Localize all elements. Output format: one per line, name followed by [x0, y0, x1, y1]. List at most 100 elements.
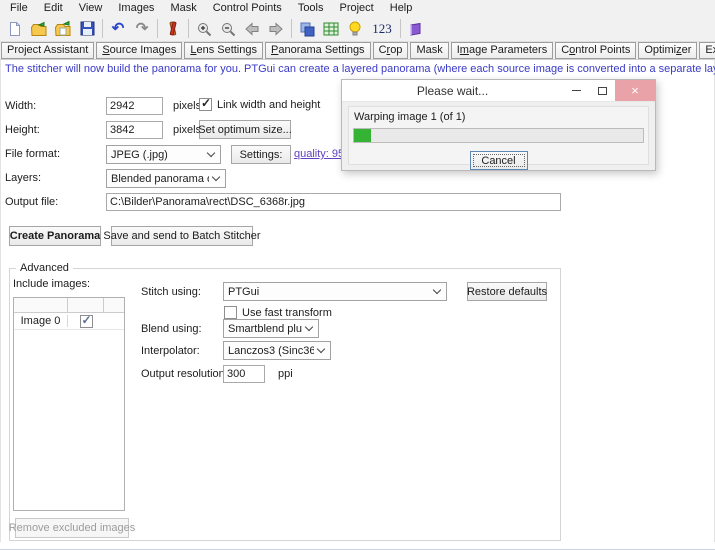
maximize-button[interactable] [589, 80, 615, 101]
chevron-down-icon [433, 286, 441, 294]
redo-icon: ↷ [136, 21, 149, 36]
stitch-using-label: Stitch using: [141, 286, 201, 298]
image-name-cell: Image 0 [14, 315, 68, 327]
stitch-using-select[interactable]: PTGui [223, 282, 447, 301]
detail-table-button[interactable] [319, 18, 343, 40]
menu-control-points[interactable]: Control Points [205, 1, 290, 16]
create-panorama-button[interactable]: Create Panorama [9, 226, 101, 246]
tab-lens-settings[interactable]: Lens Settings [184, 42, 263, 59]
dialog-title: Please wait... [342, 84, 563, 98]
menu-edit[interactable]: Edit [36, 1, 71, 16]
add-images-button[interactable] [51, 18, 75, 40]
menu-file[interactable]: File [2, 1, 36, 16]
tab-bar: Project AssistantSource ImagesLens Setti… [0, 42, 715, 59]
quality-link[interactable]: quality: 95 [294, 148, 344, 160]
tab-image-parameters[interactable]: Image Parameters [451, 42, 554, 59]
menu-tools[interactable]: Tools [290, 1, 332, 16]
close-button[interactable]: × [615, 80, 655, 101]
close-icon: × [631, 83, 639, 98]
set-optimum-size-button[interactable]: Set optimum size... [199, 120, 291, 139]
toolbar-separator [400, 19, 401, 38]
chevron-down-icon [305, 323, 313, 331]
height-unit-label: pixels [173, 124, 201, 136]
width-input[interactable] [106, 97, 163, 115]
next-image-button[interactable] [264, 18, 288, 40]
menu-images[interactable]: Images [110, 1, 162, 16]
format-settings-button[interactable]: Settings: [231, 145, 291, 164]
zoom-out-icon [220, 21, 236, 37]
save-batch-button[interactable]: Save and send to Batch Stitcher [111, 226, 253, 246]
stitch-using-value: PTGui [228, 286, 430, 298]
redo-button[interactable]: ↷ [130, 18, 154, 40]
table-row[interactable]: Image 0 ✓ [14, 313, 124, 330]
new-project-button[interactable] [3, 18, 27, 40]
zoom-out-button[interactable] [216, 18, 240, 40]
toolbar-separator [157, 19, 158, 38]
ptgui-window: FileEditViewImagesMaskControl PointsTool… [0, 0, 715, 550]
include-images-list[interactable]: Image 0 ✓ [13, 297, 125, 511]
help-button[interactable] [404, 18, 428, 40]
interpolator-label: Interpolator: [141, 345, 200, 357]
show-numbers-button[interactable]: 123 [367, 18, 397, 40]
toolbar-separator [188, 19, 189, 38]
height-input[interactable] [106, 121, 163, 139]
layers-value: Blended panorama only [111, 173, 209, 185]
zoom-in-icon [196, 21, 212, 37]
checkbox-unchecked-icon [224, 306, 237, 319]
window-chrome: FileEditViewImagesMaskControl PointsTool… [0, 0, 715, 59]
include-column-header [68, 298, 104, 312]
tab-exposure-hdr[interactable]: Exposure / HDR [699, 42, 715, 59]
tab-crop[interactable]: Crop [373, 42, 409, 59]
cancel-button[interactable]: Cancel [470, 151, 528, 170]
save-project-icon [80, 21, 95, 36]
panorama-editor-icon [165, 21, 181, 37]
link-width-height-label: Link width and height [217, 99, 320, 111]
open-project-icon [30, 21, 48, 37]
width-unit-label: pixels [173, 100, 201, 112]
checkbox-checked-icon: ✓ [199, 98, 212, 111]
previous-image-button[interactable] [240, 18, 264, 40]
toolbar-separator [291, 19, 292, 38]
open-project-button[interactable] [27, 18, 51, 40]
dialog-window-controls: × [563, 80, 655, 101]
maximize-icon [598, 87, 607, 95]
link-width-height-checkbox[interactable]: ✓ Link width and height [199, 98, 320, 111]
use-fast-transform-checkbox[interactable]: Use fast transform [224, 306, 332, 319]
help-book-icon [408, 22, 424, 36]
menu-bar: FileEditViewImagesMaskControl PointsTool… [0, 0, 715, 16]
advanced-group: Advanced Include images: Image 0 ✓ Remov… [9, 268, 561, 541]
file-format-select[interactable]: JPEG (.jpg) [106, 145, 221, 164]
output-resolution-input[interactable] [223, 365, 265, 383]
image-name-column-header [14, 298, 68, 312]
output-file-input[interactable] [106, 193, 561, 211]
dialog-titlebar[interactable]: Please wait... × [342, 80, 655, 101]
panorama-editor-button[interactable] [161, 18, 185, 40]
include-checkbox[interactable]: ✓ [68, 315, 104, 328]
interpolator-select[interactable]: Lanczos3 (Sinc36) [223, 341, 331, 360]
menu-project[interactable]: Project [332, 1, 382, 16]
layers-select[interactable]: Blended panorama only [106, 169, 226, 188]
remove-excluded-images-button[interactable]: Remove excluded images [15, 518, 129, 538]
assistant-bulb-icon [348, 21, 362, 37]
layers-button[interactable] [295, 18, 319, 40]
save-project-button[interactable] [75, 18, 99, 40]
menu-help[interactable]: Help [382, 1, 421, 16]
undo-button[interactable]: ↶ [106, 18, 130, 40]
numbers-icon: 123 [369, 21, 395, 37]
tab-mask[interactable]: Mask [410, 42, 448, 59]
restore-defaults-button[interactable]: Restore defaults [467, 282, 547, 301]
tab-control-points[interactable]: Control Points [555, 42, 636, 59]
assistant-bulb-button[interactable] [343, 18, 367, 40]
tab-project-assistant[interactable]: Project Assistant [1, 42, 94, 59]
menu-view[interactable]: View [71, 1, 111, 16]
minimize-button[interactable] [563, 80, 589, 101]
zoom-in-button[interactable] [192, 18, 216, 40]
blend-using-select[interactable]: Smartblend plugin [223, 319, 319, 338]
chevron-down-icon [207, 149, 215, 157]
undo-icon: ↶ [112, 21, 125, 36]
tab-panorama-settings[interactable]: Panorama Settings [265, 42, 371, 59]
menu-mask[interactable]: Mask [162, 1, 204, 16]
tab-source-images[interactable]: Source Images [96, 42, 182, 59]
tab-optimizer[interactable]: Optimizer [638, 42, 697, 59]
dialog-body: Warping image 1 (of 1) Cancel [342, 101, 655, 170]
